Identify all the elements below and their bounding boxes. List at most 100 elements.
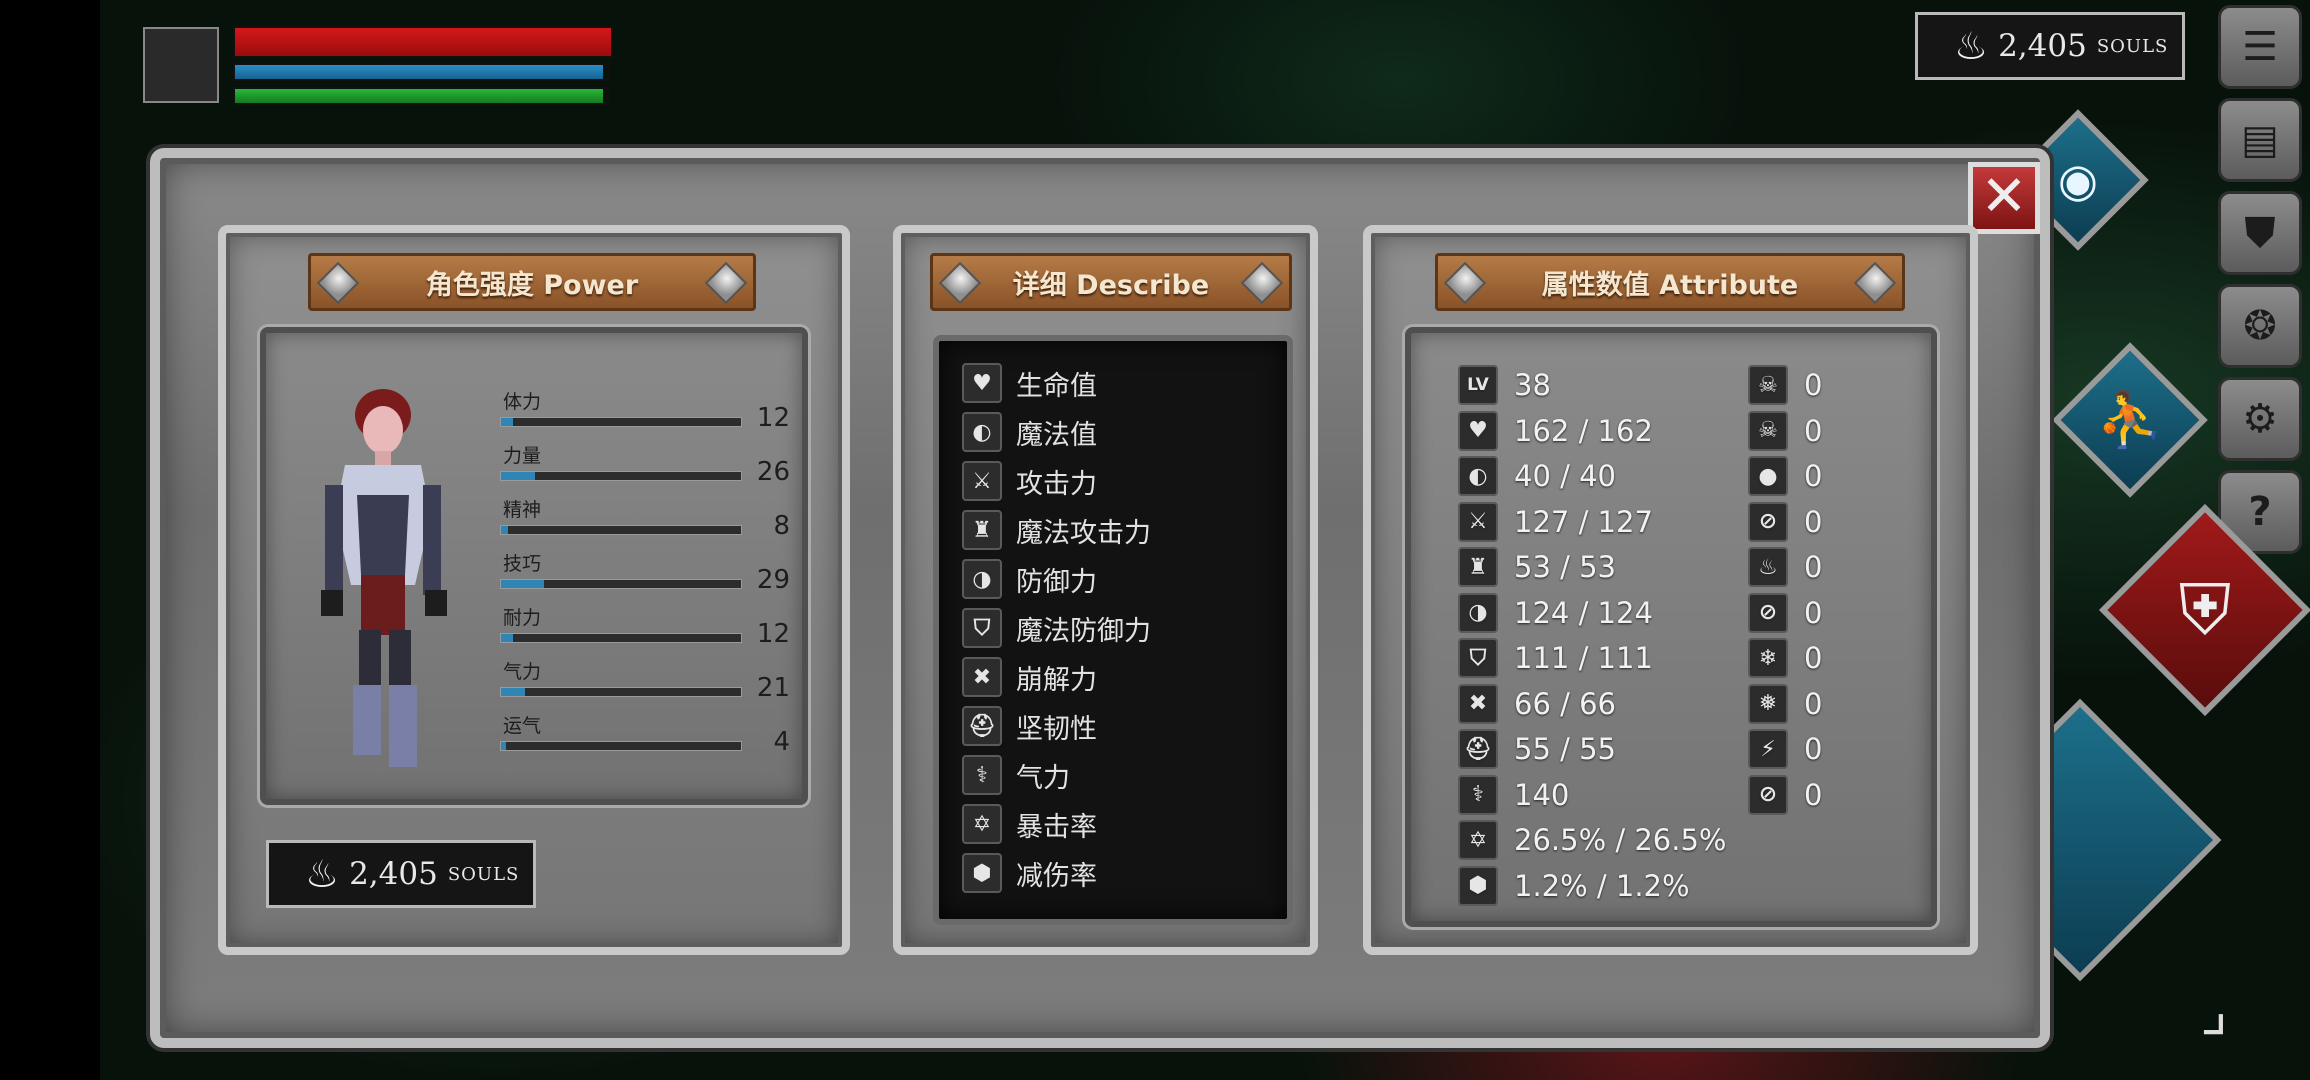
close-button[interactable]: ✕ (1968, 162, 2040, 234)
helmet-icon: ⛑ (1458, 729, 1498, 769)
skull-crossed-icon: ☠ (1748, 410, 1788, 451)
resistance-value: 0 (1804, 777, 1823, 812)
resistance-value: 0 (1804, 595, 1823, 630)
describe-label: 魔法攻击力 (1016, 517, 1151, 549)
lightning-crossed-icon: ⊘ (1748, 774, 1788, 815)
stat-label: 技巧 (503, 553, 542, 575)
stat-label: 耐力 (503, 607, 542, 629)
level-icon: LV (1458, 365, 1498, 405)
attribute-row: ♜ 53 / 53 (1458, 547, 1616, 587)
describe-label: 坚韧性 (1016, 713, 1097, 745)
stat-bar-fill (501, 634, 513, 642)
snowflake-crossed-icon: ❅ (1748, 683, 1788, 724)
resistance-value: 0 (1804, 413, 1823, 448)
describe-item: ⚔ 攻击力 (962, 459, 1097, 503)
heart-icon: ♥ (1458, 410, 1498, 451)
attribute-value: 40 / 40 (1514, 459, 1617, 493)
describe-item: ⬢ 减伤率 (962, 851, 1097, 895)
stat-row: 体力 12 (500, 387, 790, 439)
describe-item: ⛑ 坚韧性 (962, 704, 1097, 748)
map-menu-button[interactable]: ▤ (2218, 98, 2302, 182)
stat-row: 气力 21 (500, 657, 790, 709)
skull-icon: ☠ (1748, 365, 1788, 405)
attribute-value: 26.5% / 26.5% (1514, 823, 1727, 857)
describe-label: 防御力 (1016, 566, 1097, 598)
attribute-row: ♥ 162 / 162 (1458, 410, 1653, 451)
stat-value: 12 (756, 619, 790, 649)
describe-label: 魔法防御力 (1016, 615, 1151, 647)
drop-icon: ● (1748, 456, 1788, 496)
stat-bar (500, 741, 742, 751)
resistance-row: ❄ 0 (1748, 638, 1822, 678)
describe-item: ⚕ 气力 (962, 753, 1070, 797)
lightning-icon: ⚡ (1748, 729, 1788, 769)
stamina-bar (233, 87, 609, 105)
resistance-row: ☠ 0 (1748, 410, 1823, 451)
castle-icon: ♜ (962, 510, 1002, 550)
describe-title: 详细 Describe (930, 253, 1292, 311)
fire-icon: ♨ (1748, 547, 1788, 587)
stat-value: 29 (756, 565, 790, 595)
attribute-value: 66 / 66 (1514, 686, 1617, 721)
break-icon: ✖ (962, 657, 1002, 697)
attribute-row: ✡ 26.5% / 26.5% (1458, 820, 1726, 860)
stat-value: 4 (773, 727, 790, 757)
shield-icon: ⛨ (2178, 568, 2232, 651)
resistance-value: 0 (1804, 732, 1823, 766)
attribute-value: 38 (1514, 368, 1551, 402)
stat-label: 精神 (503, 499, 542, 521)
resistance-row: ☠ 0 (1748, 365, 1822, 405)
power-title: 角色强度 Power (308, 253, 756, 311)
attribute-row: ⛉ 111 / 111 (1458, 638, 1653, 678)
stat-value: 21 (756, 673, 790, 703)
castle-icon: ♜ (1458, 547, 1498, 587)
head-icon: ◐ (1458, 456, 1498, 496)
badge-icon: ⬢ (962, 853, 1002, 893)
fire-crossed-icon: ⊘ (1748, 592, 1788, 633)
describe-label: 攻击力 (1016, 468, 1097, 500)
stat-label: 气力 (503, 661, 542, 683)
stat-bar-fill (501, 526, 509, 534)
drop-crossed-icon: ⊘ (1748, 501, 1788, 542)
resistance-row: ❅ 0 (1748, 683, 1822, 724)
souls-unit: SOULS (2096, 35, 2169, 57)
stat-value: 26 (756, 457, 790, 487)
shield-icon: ◑ (1458, 592, 1498, 633)
stat-row: 精神 8 (500, 495, 790, 547)
sword-icon: ⚔ (1458, 501, 1498, 542)
list-menu-button[interactable]: ☰ (2218, 5, 2302, 89)
souls-counter: ♨ 2,405 SOULS (1915, 12, 2185, 80)
helmet-menu-button[interactable]: ⛊ (2218, 191, 2302, 275)
attribute-value: 111 / 111 (1514, 641, 1653, 675)
gear-menu-button[interactable]: ⚙ (2218, 377, 2302, 461)
stamina-bar-fill (235, 89, 604, 103)
character-model (305, 385, 465, 775)
attribute-title: 属性数值 Attribute (1435, 253, 1905, 311)
stat-bar-fill (501, 418, 513, 426)
stat-bar-fill (501, 472, 535, 480)
mana-bar (233, 63, 609, 81)
souls-value: 2,405 (1998, 28, 2087, 64)
describe-item: ♜ 魔法攻击力 (962, 508, 1151, 552)
stat-bar (500, 687, 742, 697)
shield-icon: ◑ (962, 559, 1002, 599)
medallion-menu-button[interactable]: ❂ (2218, 284, 2302, 368)
help-icon: ? (2248, 489, 2272, 535)
fullscreen-icon[interactable]: ⌟ (2200, 975, 2290, 1065)
attribute-row: ◐ 40 / 40 (1458, 456, 1616, 496)
attribute-row: LV 38 (1458, 365, 1551, 405)
break-icon: ✖ (1458, 683, 1498, 724)
resistance-value: 0 (1804, 550, 1823, 584)
describe-item: ♥ 生命值 (962, 361, 1097, 405)
stat-bar (500, 579, 742, 589)
snowflake-icon: ❄ (1748, 638, 1788, 678)
gear-icon: ⚙ (2242, 396, 2278, 442)
helmet-icon: ⛑ (962, 706, 1002, 746)
stat-bar-fill (501, 580, 545, 588)
resistance-row: ⊘ 0 (1748, 774, 1823, 815)
describe-label: 气力 (1016, 762, 1070, 794)
resistance-value: 0 (1804, 504, 1823, 539)
stat-bar-fill (501, 688, 525, 696)
attribute-row: ⛑ 55 / 55 (1458, 729, 1616, 769)
describe-label: 暴击率 (1016, 811, 1097, 843)
